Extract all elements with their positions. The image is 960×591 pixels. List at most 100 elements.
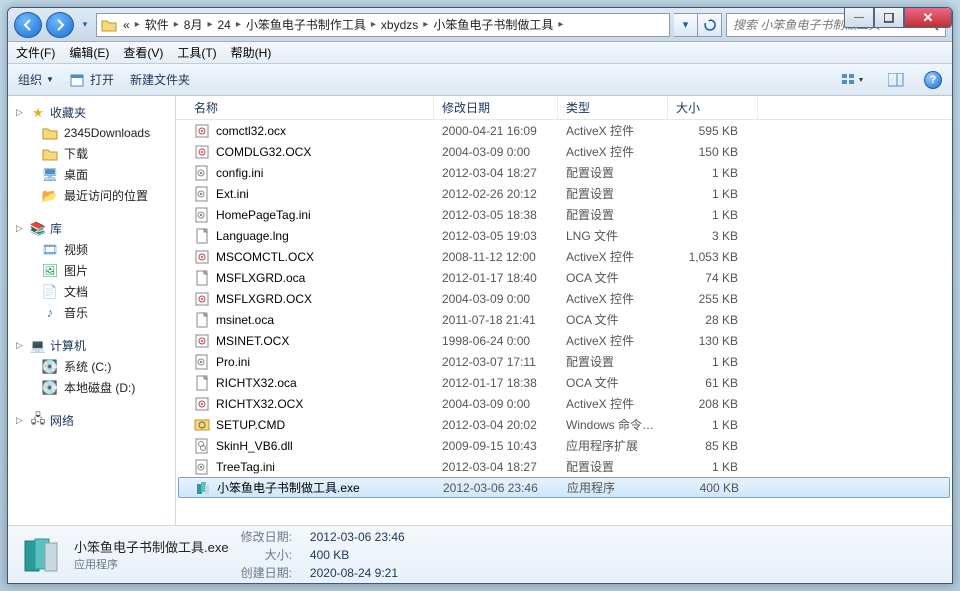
- preview-pane-button[interactable]: [884, 73, 908, 87]
- back-button[interactable]: [14, 12, 42, 38]
- crumb-sep: ▸: [420, 19, 431, 30]
- file-date: 2009-09-15 10:43: [434, 439, 558, 453]
- crumb-sep: ▸: [233, 19, 244, 30]
- address-bar[interactable]: «▸ 软件▸ 8月▸ 24▸ 小笨鱼电子书制作工具▸ xbydzs▸ 小笨鱼电子…: [96, 13, 670, 37]
- file-row[interactable]: MSFLXGRD.OCX2004-03-09 0:00ActiveX 控件255…: [176, 288, 952, 309]
- details-filename: 小笨鱼电子书制做工具.exe: [74, 537, 229, 556]
- minimize-button[interactable]: —: [844, 8, 874, 28]
- crumb[interactable]: 小笨鱼电子书制作工具: [244, 16, 368, 33]
- sidebar-libraries[interactable]: ▷📚库: [10, 218, 175, 239]
- crumb[interactable]: 24: [215, 18, 232, 32]
- forward-button[interactable]: [46, 12, 74, 38]
- file-size: 85 KB: [668, 439, 758, 453]
- file-date: 2008-11-12 12:00: [434, 250, 558, 264]
- menu-file[interactable]: 文件(F): [16, 44, 55, 61]
- toolbar: 组织▼ 打开 新建文件夹 ?: [8, 64, 952, 96]
- file-row[interactable]: Language.lng2012-03-05 19:03LNG 文件3 KB: [176, 225, 952, 246]
- sidebar-item[interactable]: 📂最近访问的位置: [10, 185, 175, 206]
- menu-bar: 文件(F) 编辑(E) 查看(V) 工具(T) 帮助(H): [8, 42, 952, 64]
- help-button[interactable]: ?: [924, 71, 942, 89]
- file-row[interactable]: msinet.oca2011-07-18 21:41OCA 文件28 KB: [176, 309, 952, 330]
- file-row[interactable]: 小笨鱼电子书制做工具.exe2012-03-06 23:46应用程序400 KB: [178, 477, 950, 498]
- crumb[interactable]: 小笨鱼电子书制做工具: [431, 16, 555, 33]
- file-type: 配置设置: [558, 206, 668, 223]
- refresh-button[interactable]: [698, 13, 722, 37]
- crumb[interactable]: «: [121, 18, 132, 32]
- file-icon: [194, 375, 210, 391]
- file-name: MSINET.OCX: [216, 334, 289, 348]
- file-row[interactable]: SkinH_VB6.dll2009-09-15 10:43应用程序扩展85 KB: [176, 435, 952, 456]
- file-row[interactable]: RICHTX32.OCX2004-03-09 0:00ActiveX 控件208…: [176, 393, 952, 414]
- maximize-button[interactable]: [874, 8, 904, 28]
- file-row[interactable]: MSCOMCTL.OCX2008-11-12 12:00ActiveX 控件1,…: [176, 246, 952, 267]
- explorer-window: — ✕ ▾ «▸ 软件▸ 8月▸ 24▸ 小笨鱼电子书制作工具▸ xbydzs▸…: [7, 7, 953, 584]
- address-dropdown[interactable]: ▾: [674, 13, 698, 37]
- sidebar-item[interactable]: 💽系统 (C:): [10, 356, 175, 377]
- file-size: 255 KB: [668, 292, 758, 306]
- column-size[interactable]: 大小: [668, 96, 758, 120]
- file-row[interactable]: HomePageTag.ini2012-03-05 18:38配置设置1 KB: [176, 204, 952, 225]
- file-name: RICHTX32.OCX: [216, 397, 303, 411]
- file-type: Windows 命令脚本: [558, 416, 668, 433]
- sidebar-item[interactable]: 📄文档: [10, 281, 175, 302]
- history-dropdown[interactable]: ▾: [78, 19, 92, 30]
- folder-icon: [101, 18, 117, 32]
- menu-tools[interactable]: 工具(T): [177, 44, 216, 61]
- file-icon: [194, 270, 210, 286]
- sidebar-item[interactable]: 🖥桌面: [10, 164, 175, 185]
- crumb[interactable]: 软件: [143, 16, 171, 33]
- file-icon: [194, 396, 210, 412]
- sidebar-item[interactable]: 🎞视频: [10, 239, 175, 260]
- file-size: 28 KB: [668, 313, 758, 327]
- sidebar-item[interactable]: ♪音乐: [10, 302, 175, 323]
- close-button[interactable]: ✕: [904, 8, 952, 28]
- file-row[interactable]: Ext.ini2012-02-26 20:12配置设置1 KB: [176, 183, 952, 204]
- file-row[interactable]: comctl32.ocx2000-04-21 16:09ActiveX 控件59…: [176, 120, 952, 141]
- file-date: 2000-04-21 16:09: [434, 124, 558, 138]
- file-row[interactable]: COMDLG32.OCX2004-03-09 0:00ActiveX 控件150…: [176, 141, 952, 162]
- view-options-button[interactable]: [838, 73, 868, 87]
- crumb[interactable]: xbydzs: [379, 18, 420, 32]
- sidebar-item[interactable]: 🖼图片: [10, 260, 175, 281]
- crumb[interactable]: 8月: [182, 16, 205, 33]
- file-row[interactable]: MSFLXGRD.oca2012-01-17 18:40OCA 文件74 KB: [176, 267, 952, 288]
- sidebar-item[interactable]: 下载: [10, 143, 175, 164]
- navigation-pane: ▷★收藏夹 2345Downloads 下载 🖥桌面 📂最近访问的位置 ▷📚库 …: [8, 96, 176, 525]
- menu-help[interactable]: 帮助(H): [231, 44, 272, 61]
- sidebar-network[interactable]: ▷🖧网络: [10, 410, 175, 431]
- sidebar-item[interactable]: 2345Downloads: [10, 123, 175, 143]
- file-row[interactable]: SETUP.CMD2012-03-04 20:02Windows 命令脚本1 K…: [176, 414, 952, 435]
- file-row[interactable]: MSINET.OCX1998-06-24 0:00ActiveX 控件130 K…: [176, 330, 952, 351]
- file-icon: [194, 333, 210, 349]
- file-date: 2012-02-26 20:12: [434, 187, 558, 201]
- file-row[interactable]: RICHTX32.oca2012-01-17 18:38OCA 文件61 KB: [176, 372, 952, 393]
- desktop-icon: 🖥: [42, 167, 58, 183]
- file-date: 2011-07-18 21:41: [434, 313, 558, 327]
- open-button[interactable]: 打开: [70, 71, 114, 88]
- sidebar-computer[interactable]: ▷💻计算机: [10, 335, 175, 356]
- file-date: 2012-03-05 19:03: [434, 229, 558, 243]
- file-type: 配置设置: [558, 353, 668, 370]
- organize-button[interactable]: 组织▼: [18, 71, 54, 88]
- column-name[interactable]: 名称: [186, 96, 434, 120]
- file-row[interactable]: Pro.ini2012-03-07 17:11配置设置1 KB: [176, 351, 952, 372]
- menu-edit[interactable]: 编辑(E): [69, 44, 109, 61]
- file-row[interactable]: config.ini2012-03-04 18:27配置设置1 KB: [176, 162, 952, 183]
- menu-view[interactable]: 查看(V): [123, 44, 163, 61]
- file-size: 400 KB: [669, 481, 759, 495]
- sidebar-item[interactable]: 💽本地磁盘 (D:): [10, 377, 175, 398]
- window-controls: — ✕: [844, 8, 952, 30]
- file-rows[interactable]: comctl32.ocx2000-04-21 16:09ActiveX 控件59…: [176, 120, 952, 525]
- details-mod-label: 修改日期:: [241, 528, 292, 545]
- file-size: 150 KB: [668, 145, 758, 159]
- file-icon: [194, 312, 210, 328]
- file-row[interactable]: TreeTag.ini2012-03-04 18:27配置设置1 KB: [176, 456, 952, 477]
- file-icon: [194, 417, 210, 433]
- file-type: 应用程序: [559, 479, 669, 496]
- new-folder-button[interactable]: 新建文件夹: [130, 71, 190, 88]
- sidebar-favorites[interactable]: ▷★收藏夹: [10, 102, 175, 123]
- file-name: RICHTX32.oca: [216, 376, 297, 390]
- crumb-sep: ▸: [204, 19, 215, 30]
- column-date[interactable]: 修改日期: [434, 96, 558, 120]
- column-type[interactable]: 类型: [558, 96, 668, 120]
